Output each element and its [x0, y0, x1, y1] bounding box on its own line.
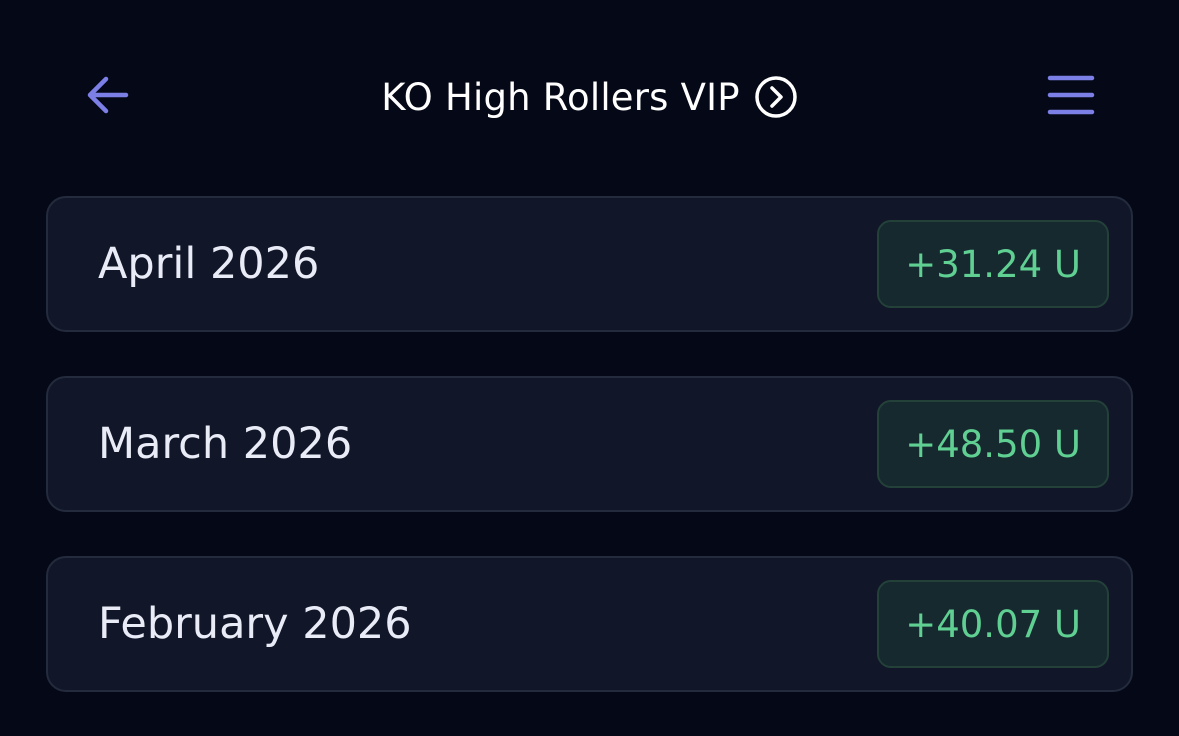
group-title-button[interactable]: KO High Rollers VIP [0, 72, 1179, 122]
units-badge: +31.24 U [877, 220, 1109, 308]
units-badge: +40.07 U [877, 580, 1109, 668]
month-card-april-2026[interactable]: April 2026 +31.24 U [46, 196, 1133, 332]
units-badge: +48.50 U [877, 400, 1109, 488]
top-bar: KO High Rollers VIP [0, 0, 1179, 195]
month-label: March 2026 [98, 419, 353, 469]
page-title: KO High Rollers VIP [381, 75, 740, 119]
monthly-results-list: April 2026 +31.24 U March 2026 +48.50 U … [46, 196, 1133, 736]
month-card-march-2026[interactable]: March 2026 +48.50 U [46, 376, 1133, 512]
hamburger-menu-icon [1047, 74, 1095, 120]
month-label: February 2026 [98, 599, 412, 649]
month-label: April 2026 [98, 239, 320, 289]
chevron-right-circle-icon [754, 75, 798, 119]
menu-button[interactable] [1042, 70, 1100, 124]
month-card-february-2026[interactable]: February 2026 +40.07 U [46, 556, 1133, 692]
